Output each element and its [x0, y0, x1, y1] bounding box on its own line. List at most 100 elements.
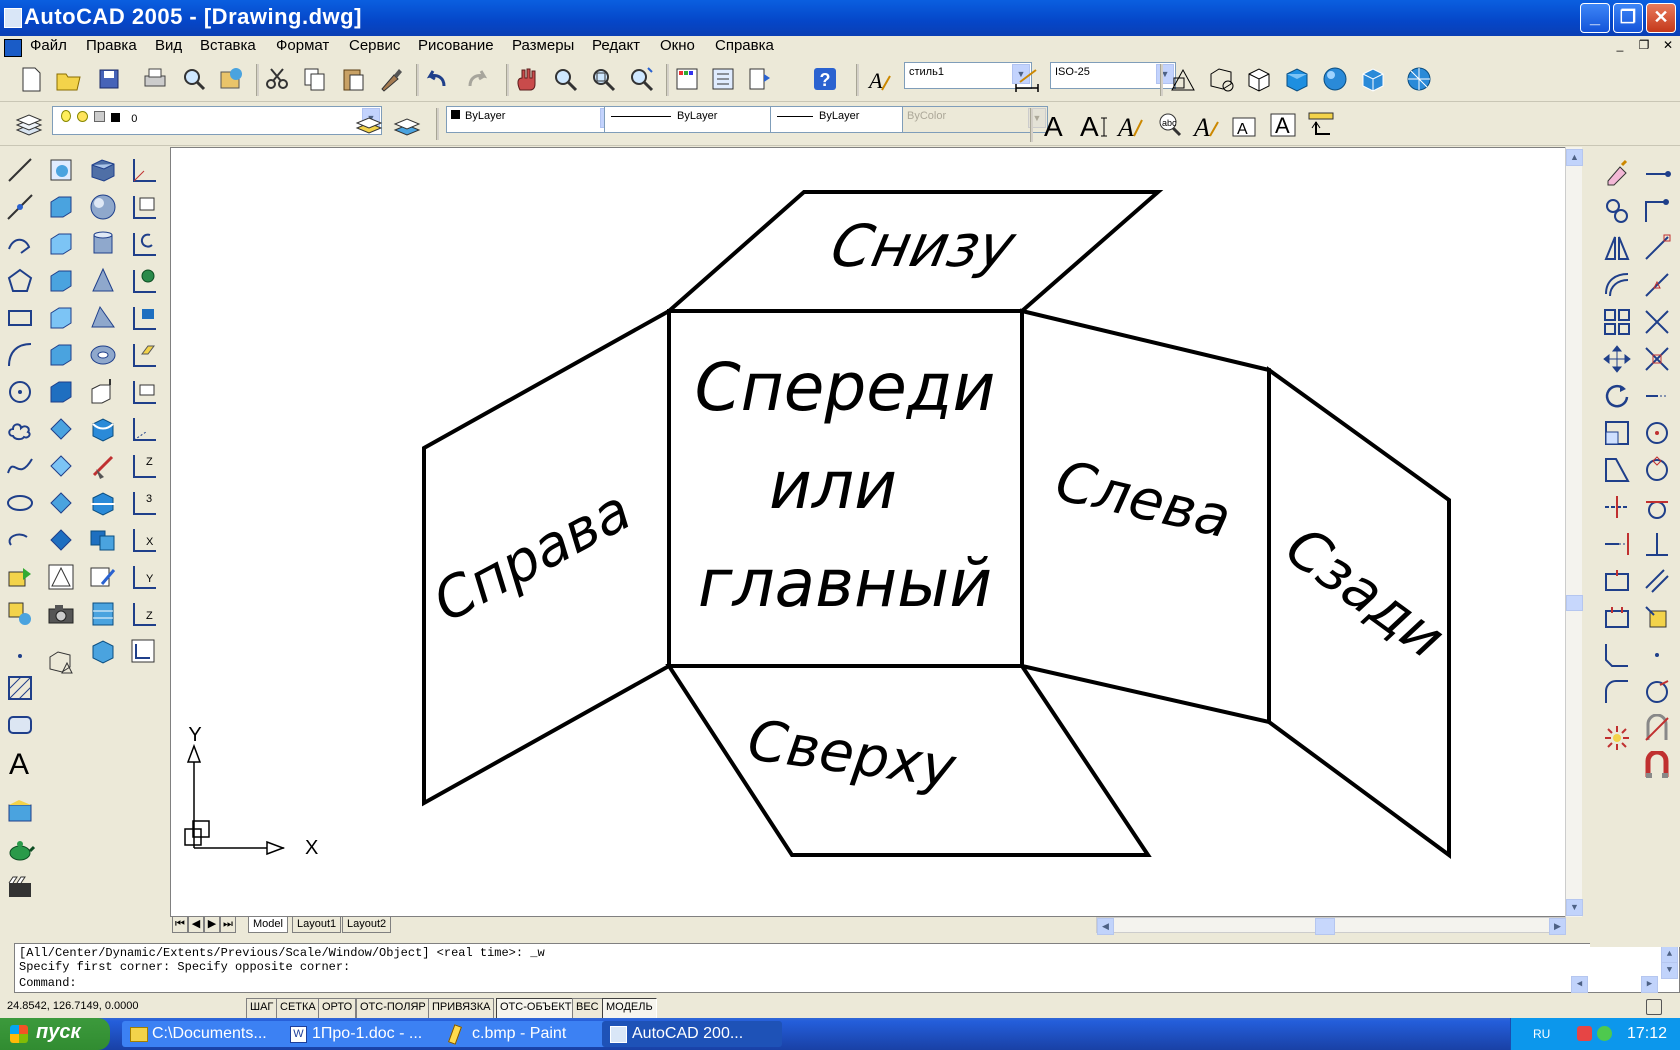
dish-icon[interactable]	[46, 377, 76, 407]
line-icon[interactable]	[5, 155, 35, 185]
design-center-icon[interactable]	[708, 64, 738, 94]
shading-flat-edges-icon[interactable]	[1358, 64, 1388, 94]
extrude-icon[interactable]	[88, 377, 118, 407]
snap-parallel-icon[interactable]	[1642, 566, 1672, 596]
lineweight-dropdown[interactable]: ByLayer▼	[770, 106, 924, 133]
mirror-icon[interactable]	[1602, 233, 1632, 263]
tray-network-icon[interactable]	[1597, 1026, 1612, 1041]
tray-app-icon[interactable]	[1577, 1026, 1592, 1041]
tray-settings-icon[interactable]	[1646, 999, 1662, 1015]
linetype-dropdown[interactable]: ByLayer▼	[604, 106, 792, 133]
shading-3d-wireframe-icon[interactable]	[1206, 64, 1236, 94]
camera-icon[interactable]	[46, 599, 76, 629]
cone-surface-icon[interactable]	[46, 266, 76, 296]
status-polar[interactable]: ОТС-ПОЛЯР	[356, 998, 430, 1019]
break-at-point-icon[interactable]	[1602, 566, 1632, 596]
taskbar-item-explorer[interactable]: C:\Documents...	[122, 1021, 302, 1047]
menu-window[interactable]: Окно	[656, 37, 699, 54]
scale-text-icon[interactable]: A	[1230, 110, 1260, 140]
temporary-tracking-point-icon[interactable]	[1642, 159, 1672, 189]
save-icon[interactable]	[94, 64, 124, 94]
cmd-scroll-up-icon[interactable]: ▲	[1661, 946, 1678, 963]
make-object-layer-current-icon[interactable]	[354, 110, 384, 140]
snap-extension-icon[interactable]	[1642, 381, 1672, 411]
wedge-solid-icon[interactable]	[88, 303, 118, 333]
menu-view[interactable]: Вид	[151, 37, 186, 54]
render-icon[interactable]	[5, 797, 35, 827]
edit-text-icon[interactable]: A	[1116, 110, 1146, 142]
status-snap[interactable]: ШАГ	[246, 998, 278, 1019]
tab-first-button[interactable]: ⏮	[172, 917, 188, 933]
help-icon[interactable]: ?	[810, 64, 840, 94]
ellipse-icon[interactable]	[5, 488, 35, 518]
taskbar-item-autocad[interactable]: AutoCAD 200...	[602, 1021, 782, 1047]
tab-layout2[interactable]: Layout2	[342, 917, 392, 933]
menu-draw[interactable]: Рисование	[414, 37, 498, 54]
snap-insert-icon[interactable]	[1642, 603, 1672, 633]
layer-previous-icon[interactable]	[392, 110, 422, 140]
ellipse-arc-icon[interactable]	[5, 525, 35, 555]
snap-perpendicular-icon[interactable]	[1642, 529, 1672, 559]
properties-icon[interactable]	[672, 64, 702, 94]
status-otrack[interactable]: ОТС-ОБЪЕКТ	[496, 998, 576, 1019]
tab-last-button[interactable]: ⏭	[220, 917, 236, 933]
status-grid[interactable]: СЕТКА	[276, 998, 320, 1019]
scale-icon[interactable]	[1602, 418, 1632, 448]
print-icon[interactable]	[140, 64, 170, 94]
construction-line-icon[interactable]	[5, 192, 35, 222]
document-icon[interactable]	[4, 39, 22, 57]
open-icon[interactable]	[54, 64, 84, 94]
snap-midpoint-icon[interactable]	[1642, 270, 1672, 300]
language-indicator[interactable]: RU	[1533, 1027, 1550, 1041]
torus-surface-icon[interactable]	[46, 414, 76, 444]
dome-icon[interactable]	[46, 340, 76, 370]
status-ortho[interactable]: ОРТО	[318, 998, 357, 1019]
apply-ucs-icon[interactable]	[128, 636, 158, 666]
new-icon[interactable]	[16, 64, 46, 94]
cmd-scroll-left-icon[interactable]: ◀	[1571, 976, 1588, 993]
taskbar-item-paint[interactable]: c.bmp - Paint	[442, 1021, 622, 1047]
pan-icon[interactable]	[512, 64, 542, 94]
snap-from-icon[interactable]	[1642, 196, 1672, 226]
command-prompt[interactable]: Command:	[19, 976, 77, 990]
taskbar-item-word[interactable]: W 1Про-1.doc - ...	[282, 1021, 462, 1047]
justify-text-icon[interactable]: A	[1268, 110, 1298, 140]
drawing-canvas[interactable]: Снизу Спереди или главный Справа Слева С…	[170, 147, 1582, 917]
convert-distance-icon[interactable]	[1306, 110, 1336, 140]
3d-orbit-icon[interactable]	[46, 155, 76, 185]
torus-solid-icon[interactable]	[88, 340, 118, 370]
point-icon[interactable]	[5, 636, 35, 666]
rotate-icon[interactable]	[1602, 381, 1632, 411]
3-point-ucs-icon[interactable]: 3	[128, 488, 158, 518]
slice-icon[interactable]	[88, 451, 118, 481]
menu-modify[interactable]: Редакт	[588, 37, 644, 54]
circle-icon[interactable]	[5, 377, 35, 407]
scroll-left-icon[interactable]: ◀	[1097, 918, 1114, 935]
setup-drawing-icon[interactable]	[88, 562, 118, 592]
section-icon[interactable]	[88, 488, 118, 518]
menu-edit[interactable]: Правка	[82, 37, 141, 54]
revolved-surface-icon[interactable]	[46, 525, 76, 555]
view-icon[interactable]	[46, 562, 76, 592]
autocad-app-icon[interactable]	[4, 8, 22, 28]
snap-intersection-icon[interactable]	[1642, 307, 1672, 337]
polygon-icon[interactable]	[5, 266, 35, 296]
object-ucs-icon[interactable]	[128, 303, 158, 333]
wedge-icon[interactable]	[46, 229, 76, 259]
dimension-style-icon[interactable]	[1012, 64, 1042, 94]
trim-icon[interactable]	[1602, 492, 1632, 522]
snap-center-icon[interactable]	[1642, 418, 1672, 448]
restore-button[interactable]: ❐	[1613, 3, 1643, 33]
publish-icon[interactable]	[216, 64, 246, 94]
osnap-settings-icon[interactable]	[1642, 749, 1672, 781]
tab-prev-button[interactable]: ◀	[188, 917, 204, 933]
coordinate-readout[interactable]: 24.8542, 126.7149, 0.0000	[4, 998, 248, 1017]
menu-file[interactable]: Файл	[26, 37, 71, 54]
shading-hidden-icon[interactable]	[1244, 64, 1274, 94]
snap-quadrant-icon[interactable]	[1642, 455, 1672, 485]
menu-dimension[interactable]: Размеры	[508, 37, 578, 54]
revision-cloud-icon[interactable]	[5, 414, 35, 444]
menu-tools[interactable]: Сервис	[345, 37, 404, 54]
z-axis-vector-ucs-icon[interactable]: Z	[128, 451, 158, 481]
mdi-close-button[interactable]: ✕	[1660, 38, 1676, 54]
